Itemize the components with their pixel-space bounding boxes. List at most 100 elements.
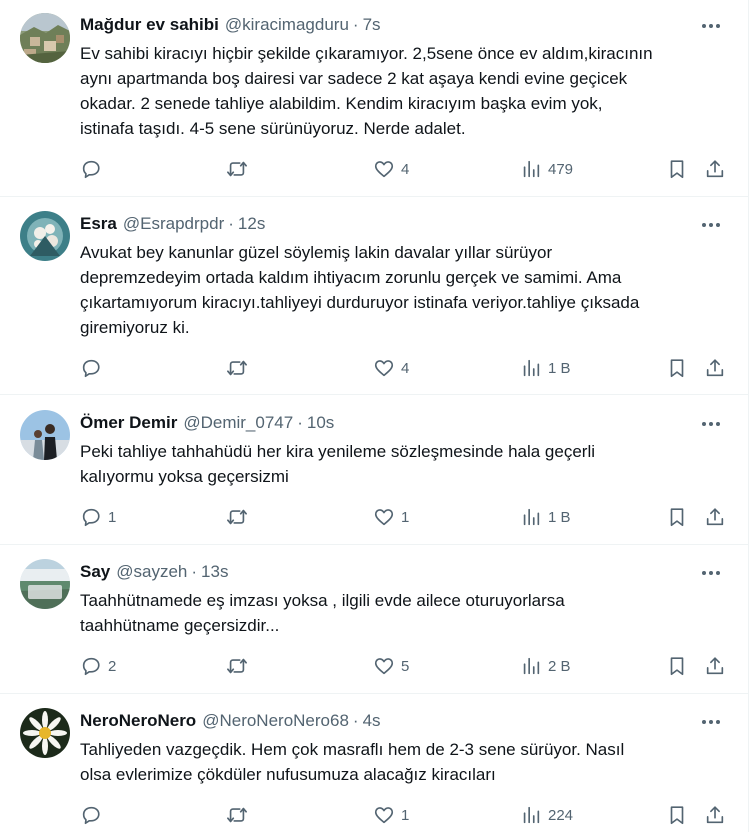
reply-icon — [82, 806, 100, 825]
share-button[interactable] — [704, 802, 726, 828]
avatar[interactable] — [20, 559, 70, 609]
avatar[interactable] — [20, 211, 70, 261]
display-name[interactable]: Say — [80, 562, 110, 582]
separator-dot: · — [228, 214, 234, 233]
like-button[interactable]: 5 — [373, 653, 409, 679]
share-icon — [706, 806, 724, 824]
tweet[interactable]: Esra @Esrapdrpdr · 12s Avukat bey kanunl… — [0, 197, 748, 395]
tweet-header: Say @sayzeh · 13s — [80, 562, 228, 584]
more-icon[interactable] — [700, 214, 722, 236]
view-count: 224 — [548, 806, 574, 824]
timestamp[interactable]: 13s — [201, 562, 228, 582]
reply-button[interactable]: 2 — [80, 653, 116, 679]
tweet-actions: 2 5 2 B — [80, 653, 735, 679]
bookmark-icon — [670, 160, 684, 179]
bookmark-button[interactable] — [666, 355, 688, 381]
reply-button[interactable] — [80, 355, 108, 381]
retweet-button[interactable] — [226, 504, 254, 530]
tweet-header: NeroNeroNero @NeroNeroNero68 · 4s — [80, 711, 381, 733]
bookmark-button[interactable] — [666, 504, 688, 530]
retweet-button[interactable] — [226, 156, 254, 182]
share-icon — [706, 160, 724, 178]
share-button[interactable] — [704, 156, 726, 182]
bookmark-button[interactable] — [666, 156, 688, 182]
retweet-icon — [227, 161, 247, 177]
reply-count: 2 — [108, 657, 117, 675]
share-button[interactable] — [704, 504, 726, 530]
separator-dot: · — [191, 562, 198, 581]
display-name[interactable]: Ömer Demir — [80, 413, 177, 433]
share-button[interactable] — [704, 355, 726, 381]
view-count: 1 B — [548, 359, 571, 377]
like-button[interactable]: 4 — [373, 355, 409, 381]
views-chart-icon — [523, 359, 540, 377]
views-button[interactable]: 2 B — [520, 653, 571, 679]
display-name[interactable]: NeroNeroNero — [80, 711, 196, 731]
more-icon[interactable] — [700, 413, 722, 435]
timeline-right-border — [748, 0, 749, 832]
user-handle[interactable]: @NeroNeroNero68 — [202, 711, 349, 731]
views-button[interactable]: 1 B — [520, 355, 571, 381]
tweet[interactable]: Say @sayzeh · 13s Taahhütnamede eş imzas… — [0, 545, 748, 694]
tweet-text: Tahliyeden vazgeçdik. Hem çok masraflı h… — [80, 740, 625, 784]
tweet-text: Taahhütnamede eş imzası yoksa , ilgili e… — [80, 591, 565, 635]
avatar[interactable] — [20, 13, 70, 63]
reply-button[interactable] — [80, 156, 108, 182]
tweet[interactable]: NeroNeroNero @NeroNeroNero68 · 4s Tahliy… — [0, 694, 748, 832]
user-handle[interactable]: @sayzeh — [116, 562, 187, 582]
reply-icon — [82, 359, 100, 378]
more-icon[interactable] — [700, 711, 722, 733]
view-count: 1 B — [548, 508, 571, 526]
views-button[interactable]: 1 B — [520, 504, 571, 530]
retweet-button[interactable] — [226, 653, 254, 679]
more-icon[interactable] — [700, 562, 722, 584]
tweet-actions: 4 1 B — [80, 355, 735, 381]
retweet-button[interactable] — [226, 802, 254, 828]
bookmark-button[interactable] — [666, 802, 688, 828]
tweet[interactable]: Mağdur ev sahibi @kiracimagduru · 7s Ev … — [0, 0, 748, 197]
heart-icon — [374, 658, 394, 675]
avatar[interactable] — [20, 708, 70, 758]
retweet-button[interactable] — [226, 355, 254, 381]
like-count: 4 — [401, 160, 410, 178]
avatar[interactable] — [20, 410, 70, 460]
tweet[interactable]: Ömer Demir @Demir_0747 · 10s Peki tahliy… — [0, 395, 748, 545]
display-name[interactable]: Esra — [80, 214, 117, 234]
share-button[interactable] — [704, 653, 726, 679]
retweet-icon — [227, 807, 247, 823]
user-handle[interactable]: @kiracimagduru — [225, 15, 349, 35]
retweet-icon — [227, 658, 247, 674]
timestamp[interactable]: 12s — [238, 214, 265, 234]
tweet-actions: 1 1 1 B — [80, 504, 735, 530]
user-handle[interactable]: @Demir_0747 — [183, 413, 293, 433]
views-button[interactable]: 224 — [520, 802, 573, 828]
share-icon — [706, 657, 724, 675]
more-icon[interactable] — [700, 15, 722, 37]
timestamp[interactable]: 7s — [363, 15, 381, 35]
heart-icon — [374, 360, 394, 377]
timestamp[interactable]: 10s — [307, 413, 334, 433]
tweet-header: Ömer Demir @Demir_0747 · 10s — [80, 413, 334, 435]
tweet-header: Mağdur ev sahibi @kiracimagduru · 7s — [80, 15, 381, 37]
like-count: 4 — [401, 359, 410, 377]
user-handle[interactable]: @Esrapdrpdr — [123, 214, 224, 234]
reply-icon — [82, 508, 100, 527]
reply-button[interactable] — [80, 802, 108, 828]
like-count: 1 — [401, 508, 410, 526]
views-button[interactable]: 479 — [520, 156, 573, 182]
view-count: 479 — [548, 160, 574, 178]
tweet-text: Peki tahliye tahhahüdü her kira yenileme… — [80, 442, 596, 486]
display-name[interactable]: Mağdur ev sahibi — [80, 15, 219, 35]
reply-button[interactable]: 1 — [80, 504, 116, 530]
bookmark-button[interactable] — [666, 653, 688, 679]
heart-icon — [374, 161, 394, 178]
bookmark-icon — [670, 359, 684, 378]
like-button[interactable]: 1 — [373, 504, 409, 530]
like-button[interactable]: 4 — [373, 156, 409, 182]
tweet-text: Avukat bey kanunlar güzel söylemiş lakin… — [80, 243, 640, 337]
timestamp[interactable]: 4s — [363, 711, 381, 731]
views-chart-icon — [523, 160, 540, 178]
view-count: 2 B — [548, 657, 571, 675]
like-button[interactable]: 1 — [373, 802, 409, 828]
retweet-icon — [227, 360, 247, 376]
